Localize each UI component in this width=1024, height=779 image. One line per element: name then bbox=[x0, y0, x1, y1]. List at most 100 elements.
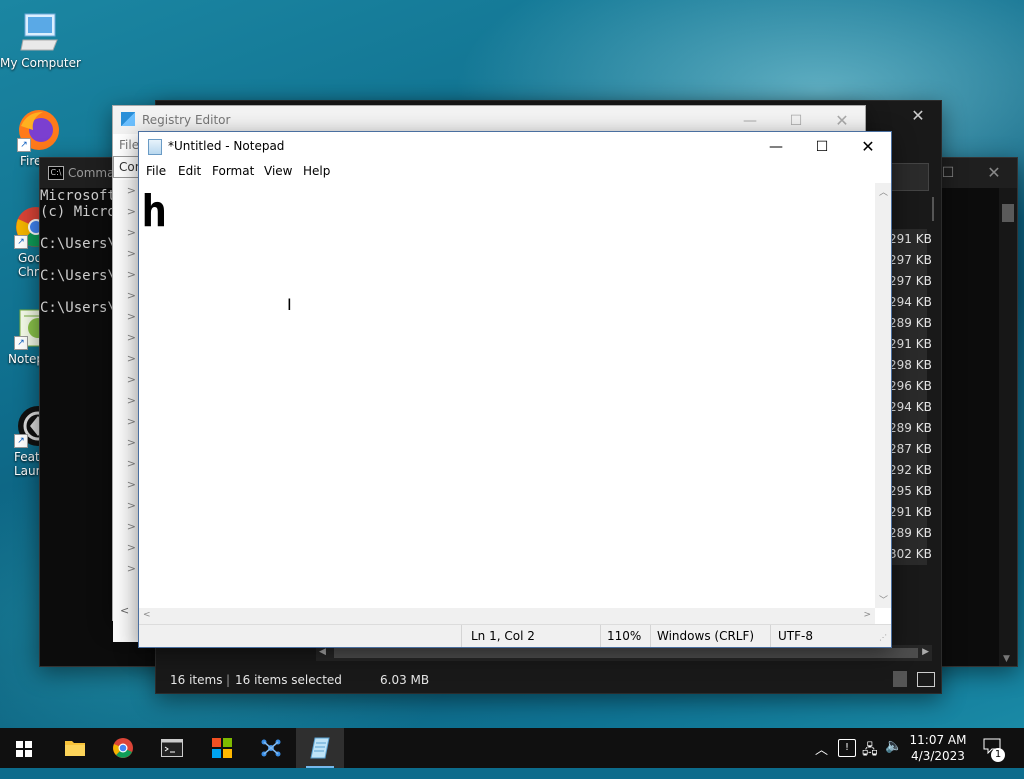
regedit-title-bar[interactable]: Registry Editor — ☐ ✕ bbox=[113, 106, 865, 134]
notepad-menu-bar: File Edit Format View Help bbox=[139, 160, 891, 182]
notepad-close-button[interactable]: ✕ bbox=[845, 132, 891, 162]
cmd-close-button[interactable]: ✕ bbox=[971, 158, 1017, 188]
tree-expander[interactable]: > bbox=[113, 180, 139, 201]
file-size-cell[interactable]: 289 KB bbox=[889, 418, 932, 439]
tree-expander[interactable]: > bbox=[113, 474, 139, 495]
security-icon[interactable]: ! bbox=[838, 739, 856, 757]
desktop-icon-my-computer[interactable]: My Computer bbox=[0, 10, 81, 70]
details-view-icon[interactable] bbox=[893, 671, 907, 687]
tree-expander[interactable]: > bbox=[113, 390, 139, 411]
start-button[interactable] bbox=[0, 728, 48, 768]
tree-expander[interactable]: > bbox=[113, 348, 139, 369]
resize-grip-icon[interactable]: ⋰ bbox=[879, 633, 887, 642]
scroll-up-arrow-icon[interactable]: ︿ bbox=[879, 185, 888, 198]
explorer-close-button[interactable]: ✕ bbox=[895, 101, 941, 131]
explorer-hscroll-thumb[interactable] bbox=[334, 648, 918, 658]
tree-expander[interactable]: > bbox=[113, 516, 139, 537]
cmd-scrollbar[interactable]: ▼ bbox=[999, 188, 1017, 666]
network-icon[interactable]: 🖧 bbox=[862, 739, 878, 779]
tree-expander[interactable]: > bbox=[113, 537, 139, 558]
tree-expander[interactable]: > bbox=[113, 411, 139, 432]
registry-editor-icon bbox=[121, 112, 135, 126]
taskbar-store[interactable] bbox=[198, 728, 246, 768]
cursor-position: Ln 1, Col 2 bbox=[471, 629, 535, 643]
notepad-vertical-scrollbar[interactable]: ︿ ﹀ bbox=[875, 183, 891, 608]
menu-help[interactable]: Help bbox=[303, 164, 330, 178]
file-size-cell[interactable]: 294 KB bbox=[889, 397, 932, 418]
tree-expander[interactable]: > bbox=[113, 306, 139, 327]
file-size-cell[interactable]: 295 KB bbox=[889, 481, 932, 502]
tree-expander[interactable]: > bbox=[113, 327, 139, 348]
tiles-view-icon[interactable] bbox=[917, 672, 935, 687]
tree-expander[interactable]: > bbox=[113, 264, 139, 285]
notepad-minimize-button[interactable]: — bbox=[753, 132, 799, 162]
taskbar-terminal[interactable] bbox=[148, 728, 196, 768]
tree-expander[interactable]: > bbox=[113, 369, 139, 390]
file-size-cell[interactable]: 291 KB bbox=[889, 229, 932, 250]
scroll-right-arrow-icon[interactable]: > bbox=[863, 610, 871, 620]
file-size-cell[interactable]: 291 KB bbox=[889, 334, 932, 355]
shortcut-arrow-icon: ↗ bbox=[17, 138, 31, 152]
tree-expander[interactable]: > bbox=[113, 285, 139, 306]
cmd-scroll-thumb[interactable] bbox=[1002, 204, 1014, 222]
menu-file[interactable]: File bbox=[146, 164, 166, 178]
scroll-right-arrow-icon[interactable]: ▶ bbox=[922, 647, 929, 657]
file-size-cell[interactable]: 298 KB bbox=[889, 355, 932, 376]
shortcut-arrow-icon: ↗ bbox=[14, 235, 28, 249]
notepad-window[interactable]: *Untitled - Notepad — ☐ ✕ File Edit Form… bbox=[138, 131, 892, 648]
line-ending: Windows (CRLF) bbox=[657, 629, 755, 643]
notepad-maximize-button[interactable]: ☐ bbox=[799, 132, 845, 162]
taskbar: ︿ ! 🖧 🔈 11:07 AM 4/3/2023 1 bbox=[0, 728, 1024, 768]
scroll-down-arrow-icon[interactable]: ▼ bbox=[1003, 654, 1010, 664]
file-size-cell[interactable]: 287 KB bbox=[889, 439, 932, 460]
notepad-title-bar[interactable]: *Untitled - Notepad — ☐ ✕ bbox=[139, 132, 891, 160]
menu-format[interactable]: Format bbox=[212, 164, 254, 178]
cmd-title: Comma bbox=[68, 166, 115, 180]
notepad-horizontal-scrollbar[interactable]: < > bbox=[139, 608, 875, 624]
explorer-scrollbar-thumb[interactable] bbox=[932, 197, 934, 221]
notepad-title: *Untitled - Notepad bbox=[168, 139, 285, 153]
menu-view[interactable]: View bbox=[264, 164, 292, 178]
cmd-line: C:\Users\ bbox=[40, 268, 116, 284]
tree-expander[interactable]: > bbox=[113, 453, 139, 474]
tree-expander[interactable]: > bbox=[113, 201, 139, 222]
selected-count: 16 items selected bbox=[235, 673, 342, 687]
tree-expander[interactable]: > bbox=[113, 432, 139, 453]
taskbar-network-app[interactable] bbox=[247, 728, 295, 768]
file-size-cell[interactable]: 292 KB bbox=[889, 460, 932, 481]
explorer-search-box[interactable] bbox=[889, 163, 929, 191]
file-size-cell[interactable]: 302 KB bbox=[889, 544, 932, 565]
taskbar-chrome[interactable] bbox=[99, 728, 147, 768]
file-size-cell[interactable]: 297 KB bbox=[889, 271, 932, 292]
terminal-icon bbox=[161, 739, 183, 757]
status-separator: | bbox=[226, 673, 231, 687]
taskbar-clock[interactable]: 11:07 AM 4/3/2023 bbox=[904, 732, 972, 764]
scroll-left-arrow-icon[interactable]: < bbox=[120, 604, 129, 617]
scroll-left-arrow-icon[interactable]: ◀ bbox=[319, 647, 326, 657]
tree-expander[interactable]: > bbox=[113, 495, 139, 516]
cmd-output[interactable]: Microsoft (c) Micro C:\Users\ C:\Users\ … bbox=[40, 188, 116, 316]
taskbar-notepad[interactable] bbox=[296, 728, 344, 768]
network-app-icon bbox=[261, 739, 281, 757]
volume-icon[interactable]: 🔈 bbox=[885, 738, 902, 778]
cmd-line: Microsoft bbox=[40, 188, 116, 204]
file-size-cell[interactable]: 296 KB bbox=[889, 376, 932, 397]
file-size-cell[interactable]: 289 KB bbox=[889, 523, 932, 544]
file-size-cell[interactable]: 297 KB bbox=[889, 250, 932, 271]
notepad-text-area[interactable]: h I bbox=[139, 183, 875, 608]
explorer-status-bar: 16 items | 16 items selected 6.03 MB bbox=[156, 667, 941, 693]
scroll-left-arrow-icon[interactable]: < bbox=[143, 610, 151, 620]
file-size-cell[interactable]: 291 KB bbox=[889, 502, 932, 523]
tree-expander[interactable]: > bbox=[113, 222, 139, 243]
taskbar-file-explorer[interactable] bbox=[50, 728, 98, 768]
file-size-cell[interactable]: 289 KB bbox=[889, 313, 932, 334]
file-size-cell[interactable]: 294 KB bbox=[889, 292, 932, 313]
scroll-down-arrow-icon[interactable]: ﹀ bbox=[879, 593, 888, 606]
menu-edit[interactable]: Edit bbox=[178, 164, 201, 178]
regedit-menu-file[interactable]: File bbox=[119, 138, 139, 152]
tree-expander[interactable]: > bbox=[113, 243, 139, 264]
notepad-icon bbox=[310, 737, 330, 759]
chevron-up-icon[interactable]: ︿ bbox=[815, 739, 828, 779]
regedit-tree-pane[interactable]: > > > > > > > > > > > > > > > > > > > bbox=[113, 180, 140, 642]
tree-expander[interactable]: > bbox=[113, 558, 139, 579]
